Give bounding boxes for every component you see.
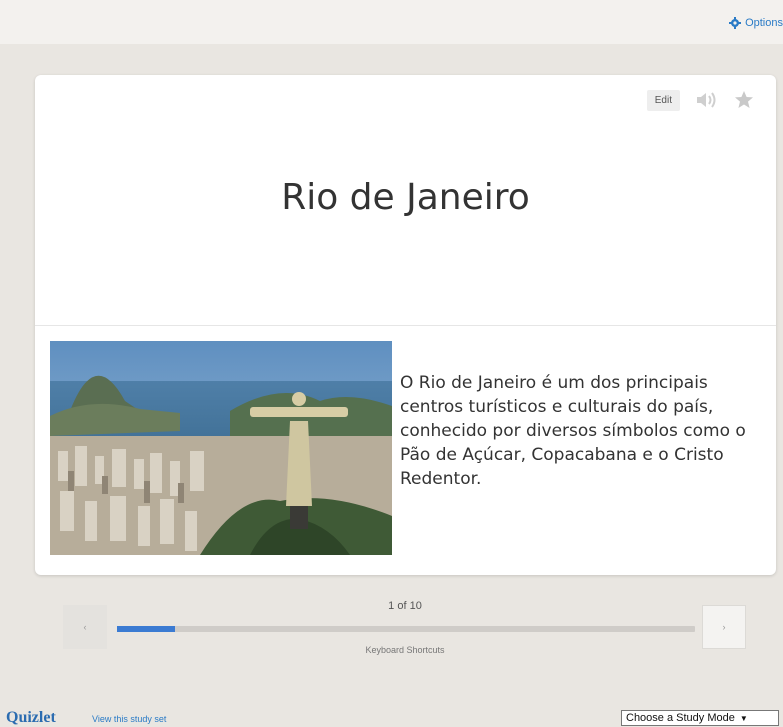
- progress-bar: [117, 626, 695, 632]
- top-bar: Options: [0, 0, 783, 44]
- quizlet-logo[interactable]: Quizlet: [6, 709, 56, 727]
- progress-fill: [117, 626, 175, 632]
- options-label: Options: [745, 17, 783, 29]
- star-icon[interactable]: [732, 88, 756, 112]
- view-study-set-link[interactable]: View this study set: [92, 714, 166, 724]
- flashcard[interactable]: Edit Rio de Janeiro O Rio de Janeiro é u…: [35, 75, 776, 575]
- study-mode-select[interactable]: Choose a Study Mode ▼: [621, 710, 779, 726]
- edit-button[interactable]: Edit: [646, 89, 680, 111]
- study-mode-label: Choose a Study Mode: [626, 712, 735, 724]
- speaker-icon[interactable]: [694, 88, 718, 112]
- card-navigation: ‹ 1 of 10 › Keyboard Shortcuts: [63, 600, 747, 655]
- options-button[interactable]: Options: [729, 17, 783, 29]
- keyboard-shortcuts-link[interactable]: Keyboard Shortcuts: [63, 645, 747, 655]
- term-text: Rio de Janeiro: [281, 177, 530, 218]
- chevron-left-icon: ‹: [83, 622, 87, 632]
- next-card-button[interactable]: ›: [702, 605, 746, 649]
- flashcard-term-side: Edit Rio de Janeiro: [35, 75, 776, 326]
- card-toolbar: Edit: [646, 88, 756, 112]
- chevron-right-icon: ›: [722, 622, 726, 632]
- progress-counter: 1 of 10: [388, 600, 422, 612]
- definition-text: O Rio de Janeiro é um dos principais cen…: [400, 373, 746, 489]
- footer: Quizlet View this study set Choose a Stu…: [0, 702, 783, 726]
- rio-christ-redeemer-photo: [50, 341, 392, 555]
- chevron-down-icon: ▼: [739, 713, 748, 723]
- flashcard-definition-side: O Rio de Janeiro é um dos principais cen…: [35, 326, 776, 575]
- gear-icon: [729, 17, 742, 29]
